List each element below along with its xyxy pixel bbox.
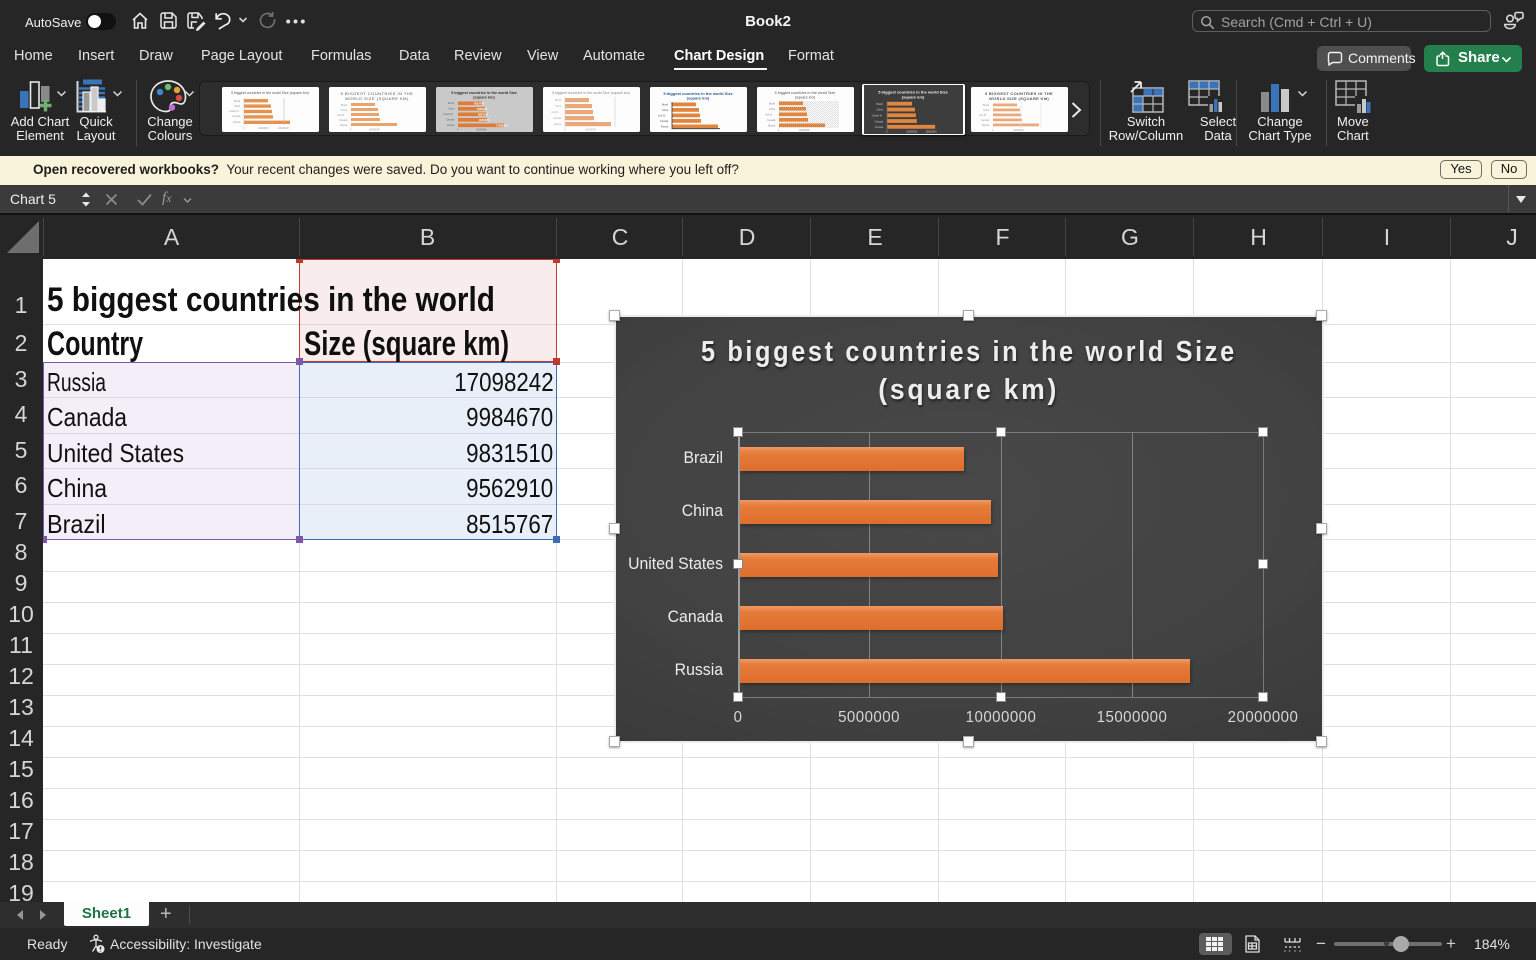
- svg-text:China: China: [448, 108, 455, 111]
- svg-text:5 biggest countries in the wor: 5 biggest countries in the world Size: [451, 91, 517, 95]
- svg-text:17098242: 17098242: [496, 123, 508, 127]
- svg-text:Russia: Russia: [768, 124, 776, 127]
- svg-text:Russia: Russia: [340, 124, 348, 127]
- svg-text:China: China: [983, 109, 990, 112]
- svg-text:WORLD SIZE (SQUARE KM): WORLD SIZE (SQUARE KM): [345, 96, 409, 101]
- svg-text:Brazil: Brazil: [983, 104, 989, 107]
- svg-text:20000000: 20000000: [926, 131, 938, 134]
- svg-text:10000000: 10000000: [476, 129, 487, 132]
- svg-text:10000000: 10000000: [585, 129, 596, 132]
- svg-text:Brazil: Brazil: [662, 104, 668, 107]
- svg-text:(square km): (square km): [473, 96, 495, 100]
- svg-text:Brazil: Brazil: [234, 100, 240, 103]
- svg-text:Russia: Russia: [447, 124, 455, 127]
- svg-text:Russia: Russia: [982, 124, 990, 127]
- svg-text:China: China: [234, 105, 241, 108]
- svg-text:Brazil: Brazil: [448, 102, 454, 105]
- svg-text:5 biggest countries in the wor: 5 biggest countries in the world Size: [775, 91, 836, 95]
- svg-text:10000000: 10000000: [258, 127, 269, 130]
- svg-text:Russia: Russia: [233, 121, 241, 124]
- svg-text:(square km): (square km): [795, 96, 816, 100]
- svg-text:Canada: Canada: [875, 120, 884, 123]
- svg-text:China: China: [662, 109, 669, 112]
- svg-text:WORLD SIZE (SQUARE KM): WORLD SIZE (SQUARE KM): [989, 96, 1049, 101]
- svg-text:Unit St: Unit St: [658, 115, 666, 118]
- svg-text:9562910: 9562910: [477, 107, 488, 111]
- svg-text:20000000: 20000000: [278, 127, 289, 130]
- svg-text:Russia: Russia: [554, 123, 562, 126]
- svg-text:Unit St: Unit St: [337, 114, 345, 117]
- svg-text:China: China: [769, 108, 776, 111]
- svg-text:Canada: Canada: [660, 120, 669, 123]
- svg-text:Brazil: Brazil: [769, 102, 775, 105]
- svg-text:Unit St: Unit St: [551, 111, 559, 114]
- svg-text:United St: United St: [443, 113, 453, 116]
- svg-text:Brazil: Brazil: [877, 103, 884, 106]
- svg-text:Russia: Russia: [661, 126, 669, 129]
- svg-text:Canada: Canada: [553, 117, 562, 120]
- svg-text:5 biggest countries in the wor: 5 biggest countries in the world Size (s…: [552, 91, 630, 95]
- svg-text:Unit St: Unit St: [979, 114, 987, 117]
- svg-text:5 biggest countries in the wor: 5 biggest countries in the world Size (s…: [231, 91, 309, 95]
- svg-text:10000000: 10000000: [799, 129, 810, 132]
- svg-text:Canada: Canada: [981, 119, 990, 122]
- svg-text:United St: United St: [229, 110, 239, 113]
- svg-text:Canada: Canada: [767, 119, 776, 122]
- svg-text:Canada: Canada: [232, 115, 241, 118]
- svg-text:9984670: 9984670: [479, 118, 490, 122]
- svg-text:10000000: 10000000: [1013, 129, 1024, 132]
- svg-text:Unit St: Unit St: [765, 113, 773, 116]
- svg-text:Canada: Canada: [339, 119, 348, 122]
- svg-text:8515767: 8515767: [474, 101, 485, 105]
- svg-text:Russia: Russia: [876, 126, 884, 129]
- svg-text:United St: United St: [872, 115, 883, 118]
- svg-text:Brazil: Brazil: [555, 99, 561, 102]
- svg-text:Brazil: Brazil: [341, 104, 347, 107]
- svg-text:(square km): (square km): [902, 94, 925, 99]
- svg-text:Canada: Canada: [446, 119, 455, 122]
- svg-text:(square km): (square km): [687, 96, 710, 101]
- svg-text:China: China: [877, 109, 884, 112]
- svg-text:9831510: 9831510: [478, 112, 489, 116]
- svg-text:10000000: 10000000: [369, 129, 380, 132]
- svg-text:China: China: [555, 105, 562, 108]
- svg-text:10000000: 10000000: [906, 131, 918, 134]
- svg-text:China: China: [341, 109, 348, 112]
